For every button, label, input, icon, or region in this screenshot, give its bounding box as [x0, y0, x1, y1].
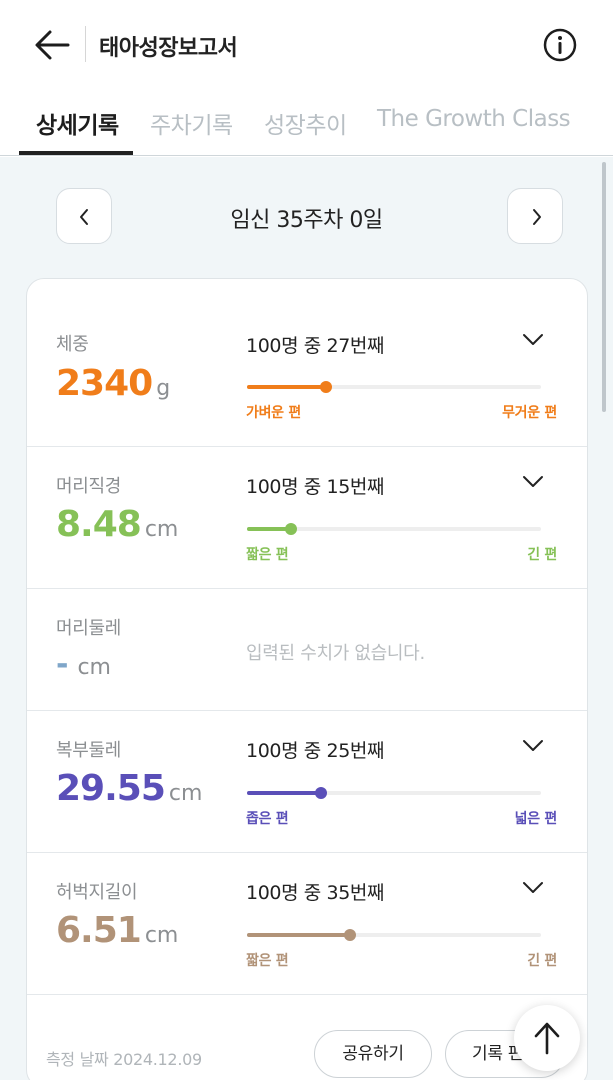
card-footer: 측정 날짜 2024.12.09 공유하기 기록 편집 — [27, 995, 587, 1080]
measurement-row-weight[interactable]: 체중 2340 g 100명 중 27번째 가벼운 편 무거운 편 — [27, 279, 587, 447]
app-header: 태아성장보고서 — [0, 0, 613, 92]
measurement-value: 6.51 cm — [56, 910, 179, 951]
measure-date: 측정 날짜 2024.12.09 — [46, 1050, 202, 1069]
active-tab-indicator — [19, 151, 133, 155]
arrow-left-icon — [35, 30, 70, 60]
low-label: 짧은 편 — [246, 953, 289, 969]
chevron-right-icon — [533, 209, 541, 225]
percentile-track — [247, 929, 541, 941]
measurement-row-femur-length[interactable]: 허벅지길이 6.51 cm 100명 중 35번째 짧은 편 긴 편 — [27, 853, 587, 995]
tab-weekly-record[interactable]: 주차기록 — [150, 106, 233, 140]
chevron-down-icon[interactable] — [522, 475, 544, 489]
scrollbar[interactable] — [602, 162, 606, 412]
tab-detail-record[interactable]: 상세기록 — [36, 106, 119, 140]
measurement-row-head-circumference[interactable]: 머리둘레 - cm 입력된 수치가 없습니다. — [27, 589, 587, 711]
tab-growth-class[interactable]: The Growth Class — [377, 106, 571, 132]
page-title: 태아성장보고서 — [99, 36, 238, 61]
measurement-value: 2340 g — [56, 363, 171, 404]
info-button[interactable] — [541, 26, 579, 64]
no-data-text: 입력된 수치가 없습니다. — [246, 643, 425, 664]
arrow-up-icon — [534, 1022, 560, 1055]
high-label: 긴 편 — [527, 547, 557, 563]
measurement-value: - cm — [56, 647, 111, 682]
rank-text: 100명 중 25번째 — [246, 740, 385, 762]
low-label: 가벼운 편 — [246, 405, 301, 421]
percentile-marker — [314, 787, 327, 799]
measurement-label: 체중 — [56, 334, 89, 355]
chevron-down-icon[interactable] — [522, 881, 544, 895]
measurement-label: 머리직경 — [56, 476, 122, 497]
high-label: 넓은 편 — [514, 811, 558, 827]
percentile-fill — [247, 385, 327, 389]
tab-bar: 상세기록 주차기록 성장추이 The Growth Class — [0, 92, 613, 156]
chevron-down-icon[interactable] — [522, 333, 544, 347]
high-label: 무거운 편 — [502, 405, 557, 421]
measurement-label: 허벅지길이 — [56, 882, 138, 903]
low-label: 좁은 편 — [246, 811, 289, 827]
measurement-label: 머리둘레 — [56, 618, 122, 639]
percentile-fill — [247, 791, 321, 795]
scroll-top-button[interactable] — [514, 1005, 580, 1071]
measurement-label: 복부둘레 — [56, 740, 122, 761]
percentile-track — [247, 381, 541, 393]
percentile-track — [247, 787, 541, 799]
measurement-row-abdominal-circumference[interactable]: 복부둘레 29.55 cm 100명 중 25번째 좁은 편 넓은 편 — [27, 711, 587, 853]
chevron-down-icon[interactable] — [522, 739, 544, 753]
percentile-fill — [247, 933, 350, 937]
back-button[interactable] — [32, 26, 72, 64]
measurement-value: 8.48 cm — [56, 504, 179, 545]
measurement-row-head-diameter[interactable]: 머리직경 8.48 cm 100명 중 15번째 짧은 편 긴 편 — [27, 447, 587, 589]
share-button[interactable]: 공유하기 — [314, 1030, 432, 1078]
percentile-marker — [343, 929, 356, 941]
measurement-value: 29.55 cm — [56, 768, 203, 809]
measurement-card: 체중 2340 g 100명 중 27번째 가벼운 편 무거운 편 머리직경 8.… — [26, 278, 588, 1080]
percentile-track — [247, 523, 541, 535]
rank-text: 100명 중 35번째 — [246, 882, 385, 904]
high-label: 긴 편 — [527, 953, 557, 969]
header-divider — [85, 26, 86, 62]
rank-text: 100명 중 27번째 — [246, 335, 385, 357]
rank-text: 100명 중 15번째 — [246, 476, 385, 498]
percentile-marker — [285, 523, 298, 535]
low-label: 짧은 편 — [246, 547, 289, 563]
next-week-button[interactable] — [507, 188, 563, 244]
tab-growth-trend[interactable]: 성장추이 — [264, 106, 347, 140]
percentile-marker — [320, 381, 333, 393]
info-circle-icon — [543, 28, 577, 62]
